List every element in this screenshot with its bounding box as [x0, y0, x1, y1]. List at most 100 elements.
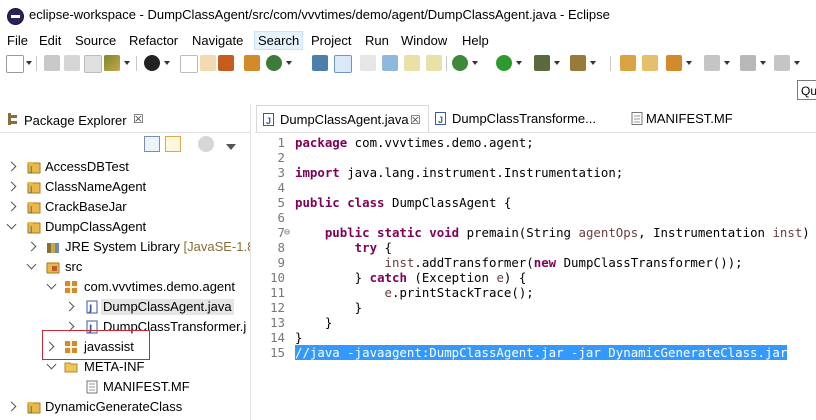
new-icon[interactable] — [6, 55, 24, 73]
link-with-editor-icon[interactable] — [165, 136, 181, 152]
toolbar-separator — [610, 56, 611, 71]
forward-icon[interactable] — [774, 55, 790, 71]
coverage-dropdown-icon[interactable] — [554, 61, 560, 65]
run-dropdown-icon[interactable] — [516, 61, 522, 65]
save-icon[interactable] — [44, 55, 60, 71]
external-tools-dropdown-icon[interactable] — [590, 61, 596, 65]
task-icon[interactable] — [382, 55, 398, 71]
collapse-icon[interactable] — [46, 359, 57, 370]
tree-item-package-agent[interactable]: com.vvvtimes.demo.agent — [0, 277, 250, 297]
tree-item-manifest[interactable]: MANIFEST.MF — [0, 377, 250, 397]
back-dropdown-icon[interactable] — [760, 61, 766, 65]
menu-navigate[interactable]: Navigate — [189, 32, 246, 49]
menu-project[interactable]: Project — [308, 32, 354, 49]
menu-source[interactable]: Source — [72, 32, 119, 49]
selected-text[interactable]: //java -javaagent:DumpClassAgent.jar -ja… — [295, 345, 788, 360]
close-icon[interactable]: ☒ — [133, 112, 144, 126]
tree-item-classnameagent[interactable]: J ClassNameAgent — [0, 177, 250, 197]
menu-bar: File Edit Source Refactor Navigate Searc… — [0, 30, 816, 50]
debug-icon[interactable] — [452, 55, 468, 71]
title-bar: eclipse-workspace - DumpClassAgent/src/c… — [0, 0, 816, 30]
code-line-1: package com.vvvtimes.demo.agent; — [295, 135, 534, 150]
terminate-icon[interactable] — [200, 55, 216, 71]
pin-dropdown-icon[interactable] — [686, 61, 692, 65]
last-edit-icon[interactable] — [704, 55, 720, 71]
open-type-icon[interactable] — [312, 55, 328, 71]
java-project-icon: J — [27, 222, 41, 234]
tree-item-dumpclassagent-java[interactable]: J DumpClassAgent.java — [0, 297, 250, 317]
new-dropdown-icon[interactable] — [26, 61, 32, 65]
highlight-icon[interactable] — [334, 55, 352, 73]
expand-icon[interactable] — [26, 241, 37, 252]
eclipse-icon — [7, 8, 24, 25]
collapse-icon[interactable] — [46, 279, 57, 290]
open-folder-icon[interactable] — [642, 55, 658, 71]
menu-window[interactable]: Window — [398, 32, 450, 49]
build-icon[interactable] — [104, 55, 120, 71]
new-package-icon[interactable] — [244, 55, 260, 71]
expand-icon[interactable] — [64, 301, 75, 312]
last-edit-dropdown-icon[interactable] — [724, 61, 730, 65]
run-icon[interactable] — [496, 55, 512, 71]
tree-item-dynamicgenerateclass[interactable]: J DynamicGenerateClass — [0, 397, 250, 417]
forward-dropdown-icon[interactable] — [794, 61, 800, 65]
toolbar-separator — [446, 56, 447, 71]
new-class-dropdown-icon[interactable] — [286, 61, 292, 65]
menu-refactor[interactable]: Refactor — [126, 32, 181, 49]
line-number: 11 — [270, 285, 285, 300]
expand-icon[interactable] — [6, 401, 17, 412]
tree-item-dumpclassagent[interactable]: J DumpClassAgent — [0, 217, 250, 237]
view-menu-icon[interactable] — [226, 144, 236, 150]
menu-edit[interactable]: Edit — [36, 32, 64, 49]
save-all-icon[interactable] — [64, 55, 80, 71]
code-text: .addTransformer( — [414, 255, 534, 270]
tree-item-crackbasejar[interactable]: J CrackBaseJar — [0, 197, 250, 217]
menu-run[interactable]: Run — [362, 32, 392, 49]
expand-icon[interactable] — [6, 161, 17, 172]
debug-dropdown-icon[interactable] — [472, 61, 478, 65]
collapse-icon[interactable] — [6, 219, 17, 230]
collapse-all-icon[interactable] — [144, 136, 160, 152]
new-java-project-icon[interactable] — [218, 55, 234, 71]
annotation-icon[interactable] — [404, 55, 420, 71]
close-icon[interactable]: ☒ — [410, 106, 421, 134]
expand-icon[interactable] — [6, 201, 17, 212]
tree-item-jre-system-library[interactable]: JRE System Library [JavaSE-1.8] — [0, 237, 258, 257]
code-editor[interactable]: 1 2 3 4 5 6 7 8 9 10 11 12 13 14 15 ⊖ pa… — [255, 133, 816, 420]
skip-breakpoints-icon[interactable] — [180, 55, 198, 73]
search-icon[interactable] — [360, 55, 376, 71]
expand-icon[interactable] — [6, 181, 17, 192]
tree-item-accessdbtest[interactable]: J AccessDBTest — [0, 157, 250, 177]
tree-item-meta-inf[interactable]: META-INF — [0, 357, 250, 377]
quick-access-input[interactable]: Qu — [797, 80, 816, 100]
folder-icon — [64, 362, 78, 373]
tab-dumpclasstransformer[interactable]: DumpClassTransforme... — [429, 105, 609, 134]
tree-item-src[interactable]: src — [0, 257, 250, 277]
keyword: import — [295, 165, 340, 180]
code-text: premain(String — [459, 225, 579, 240]
open-project-icon[interactable] — [620, 55, 636, 71]
coverage-icon[interactable] — [534, 55, 550, 71]
tree-item-label: META-INF — [84, 359, 145, 374]
new-class-icon[interactable] — [266, 55, 282, 71]
line-number: 10 — [270, 270, 285, 285]
java-project-icon: J — [27, 402, 41, 414]
build-dropdown-icon[interactable] — [124, 61, 130, 65]
code-line-15[interactable]: //java -javaagent:DumpClassAgent.jar -ja… — [295, 345, 788, 360]
back-icon[interactable] — [740, 55, 756, 71]
menu-search[interactable]: Search — [254, 31, 304, 50]
menu-help[interactable]: Help — [459, 32, 492, 49]
menu-file[interactable]: File — [4, 32, 31, 49]
external-tools-icon[interactable] — [570, 55, 586, 71]
code-text: ) — [802, 225, 810, 240]
toggle-breakpoint-icon[interactable] — [144, 55, 160, 71]
print-icon[interactable] — [84, 55, 102, 73]
fold-collapse-icon[interactable]: ⊖ — [284, 227, 290, 238]
tab-manifest[interactable]: MANIFEST.MF — [627, 105, 767, 131]
next-annotation-icon[interactable] — [426, 55, 442, 71]
collapse-icon[interactable] — [26, 259, 37, 270]
breakpoint-dropdown-icon[interactable] — [164, 61, 170, 65]
tab-dumpclassagent-java[interactable]: DumpClassAgent.java ☒ — [256, 105, 429, 135]
pin-icon[interactable] — [666, 55, 682, 71]
focus-icon[interactable] — [198, 136, 214, 152]
